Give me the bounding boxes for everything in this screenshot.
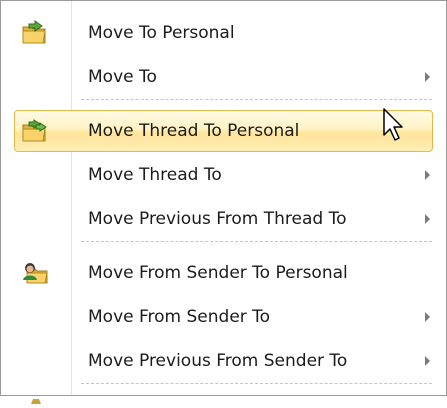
submenu-arrow-icon [425, 214, 430, 224]
menu-item-label: Move Previous From Thread To [88, 209, 347, 229]
menu-item-move-previous-from-thread-to[interactable]: Move Previous From Thread To [1, 197, 446, 241]
submenu-arrow-icon [425, 72, 430, 82]
mouse-pointer-icon [382, 107, 408, 145]
menu-item-label: Move Thread To [88, 165, 222, 185]
menu-item-label: Move Thread To Personal [88, 121, 300, 141]
menu-item-label: Move From Sender To [88, 307, 271, 327]
menu-item-move-to-personal[interactable]: Move To Personal [1, 11, 446, 55]
menu-item-move-thread-to[interactable]: Move Thread To [1, 153, 446, 197]
menu-item-label: Move Previous From Sender To [88, 351, 348, 371]
menu-separator [81, 241, 432, 242]
submenu-arrow-icon [425, 170, 430, 180]
submenu-arrow-icon [425, 356, 430, 366]
menu-item-move-from-sender-to[interactable]: Move From Sender To [1, 295, 446, 339]
menu-item-move-thread-to-personal[interactable]: Move Thread To Personal [1, 109, 446, 153]
thread-folder-move-icon [21, 118, 49, 144]
menu-item-move-from-sender-to-personal[interactable]: Move From Sender To Personal [1, 251, 446, 295]
sender-folder-move-icon [21, 260, 49, 286]
folder-move-icon [21, 20, 49, 46]
menu-item-label: Move From Sender To Personal [88, 263, 348, 283]
partial-icon [29, 389, 43, 404]
menu-item-move-previous-from-sender-to[interactable]: Move Previous From Sender To [1, 339, 446, 383]
menu-item-label: Move To Personal [88, 23, 235, 43]
menu-item-move-to[interactable]: Move To [1, 55, 446, 99]
context-menu: Move To Personal Move To Move Thread To … [0, 0, 447, 404]
submenu-arrow-icon [425, 312, 430, 322]
menu-item-label: Move To [88, 67, 157, 87]
menu-separator [81, 99, 432, 100]
menu-separator [81, 383, 432, 384]
